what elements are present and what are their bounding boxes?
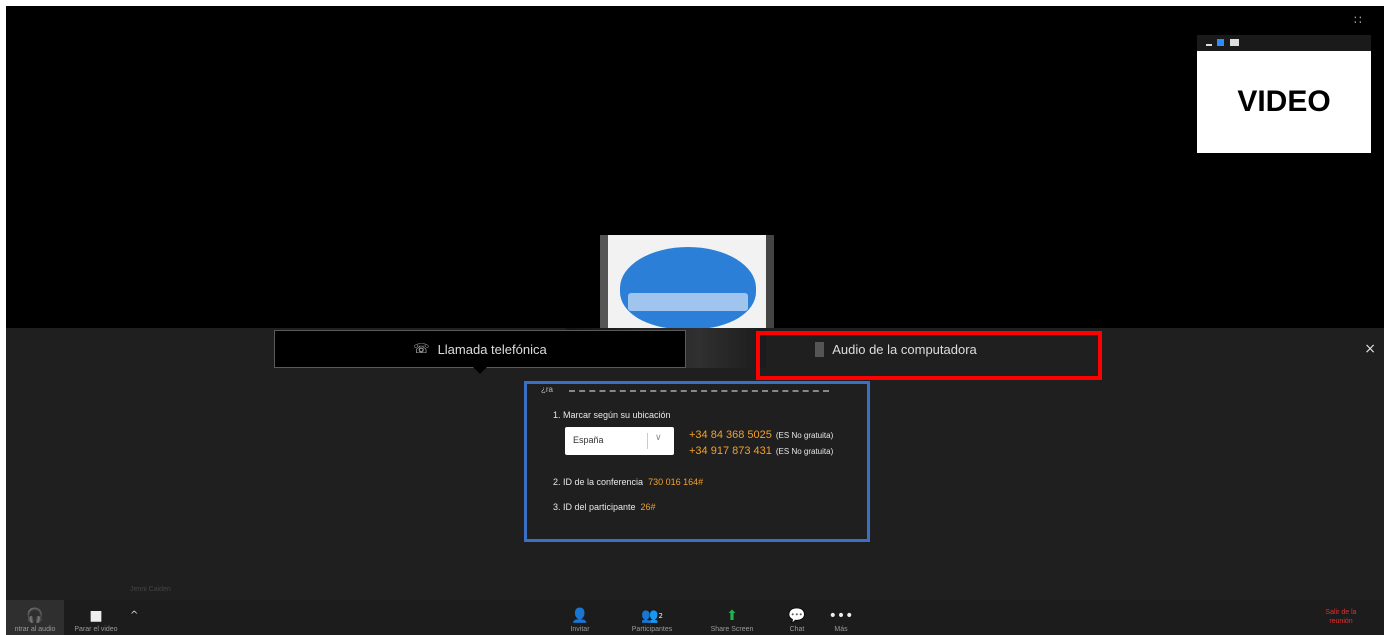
headphones-icon: 🎧 xyxy=(26,608,44,624)
meeting-toolbar: 🎧 ntrar al audio ■ Parar el video ^ 👤 In… xyxy=(6,600,1384,635)
participants-icon: 👥2 xyxy=(641,608,663,624)
chevron-down-icon: ∨ xyxy=(655,433,662,443)
participants-count: 2 xyxy=(658,612,663,620)
dial-header-fragment: ¿ra xyxy=(541,385,553,394)
chat-label: Chat xyxy=(789,626,805,633)
leave-meeting-label: Salir de la reunión xyxy=(1325,608,1357,625)
dial-number-row: +34 917 873 431 (ES No gratuita) xyxy=(689,445,833,457)
step3-label: 3. ID del participante xyxy=(553,502,636,512)
conference-id: 730 016 164# xyxy=(648,477,704,487)
meeting-window: ∷ VIDEO ☏ Llamada telefónica Audio de la… xyxy=(6,6,1384,635)
country-select-value: España xyxy=(573,435,604,445)
step1-label: 1. Marcar según su ubicación xyxy=(553,410,671,420)
country-select[interactable]: España ∨ xyxy=(565,427,674,455)
participants-label: Participantes xyxy=(631,626,673,633)
stop-video-button[interactable]: ■ Parar el video xyxy=(66,600,126,635)
grid-icon[interactable]: ∷ xyxy=(1354,14,1366,26)
participant-id: 26# xyxy=(640,502,656,512)
share-screen-label: Share Screen xyxy=(710,626,754,633)
leave-meeting-button[interactable]: Salir de la reunión xyxy=(1316,600,1366,635)
step2-label: 2. ID de la conferencia xyxy=(553,477,644,487)
more-label: Más xyxy=(834,626,848,633)
share-screen-icon: ⬆ xyxy=(726,608,738,624)
join-audio-panel: ☏ Llamada telefónica Audio de la computa… xyxy=(6,328,1384,602)
close-icon[interactable]: × xyxy=(1364,342,1376,356)
invite-label: Invitar xyxy=(570,626,590,633)
invite-button[interactable]: 👤 Invitar xyxy=(562,600,598,635)
dial-number[interactable]: +34 84 368 5025 xyxy=(689,429,772,441)
step3-row: 3. ID del participante 26# xyxy=(553,502,656,512)
restore-icon[interactable] xyxy=(1217,39,1224,46)
tab-phone-call-label: Llamada telefónica xyxy=(437,341,547,357)
chat-button[interactable]: 💬 Chat xyxy=(782,600,812,635)
add-user-icon: 👤 xyxy=(571,608,589,624)
join-audio-button[interactable]: 🎧 ntrar al audio xyxy=(6,600,64,635)
step2-row: 2. ID de la conferencia 730 016 164# xyxy=(553,477,703,487)
dial-number-row: +34 84 368 5025 (ES No gratuita) xyxy=(689,429,833,441)
speaker-name: Jenni Caiden xyxy=(130,586,171,593)
maximize-icon[interactable] xyxy=(1230,39,1239,46)
thumbnail-controls xyxy=(1197,35,1371,51)
minimize-icon[interactable] xyxy=(1206,44,1212,46)
join-audio-label: ntrar al audio xyxy=(14,626,56,633)
dial-number-note: (ES No gratuita) xyxy=(775,431,834,440)
participants-button[interactable]: 👥2 Participantes xyxy=(622,600,682,635)
chat-icon: 💬 xyxy=(788,608,806,624)
share-screen-button[interactable]: ⬆ Share Screen xyxy=(704,600,760,635)
phone-icon: ☏ xyxy=(413,341,430,357)
more-button[interactable]: ••• Más xyxy=(826,600,856,635)
tab-phone-call[interactable]: ☏ Llamada telefónica xyxy=(274,330,686,374)
chevron-up-icon[interactable]: ^ xyxy=(130,610,138,621)
dial-in-instructions: ¿ra 1. Marcar según su ubicación España … xyxy=(524,381,870,542)
highlight-box-computer-audio xyxy=(756,331,1102,380)
participant-avatar xyxy=(600,235,774,337)
video-camera-icon: ■ xyxy=(89,608,103,624)
self-video-thumbnail[interactable]: VIDEO xyxy=(1197,35,1371,153)
thumbnail-label: VIDEO xyxy=(1237,85,1331,118)
dial-number[interactable]: +34 917 873 431 xyxy=(689,445,772,457)
dial-number-note: (ES No gratuita) xyxy=(775,447,834,456)
more-icon: ••• xyxy=(828,608,854,624)
stop-video-label: Parar el video xyxy=(74,626,118,633)
